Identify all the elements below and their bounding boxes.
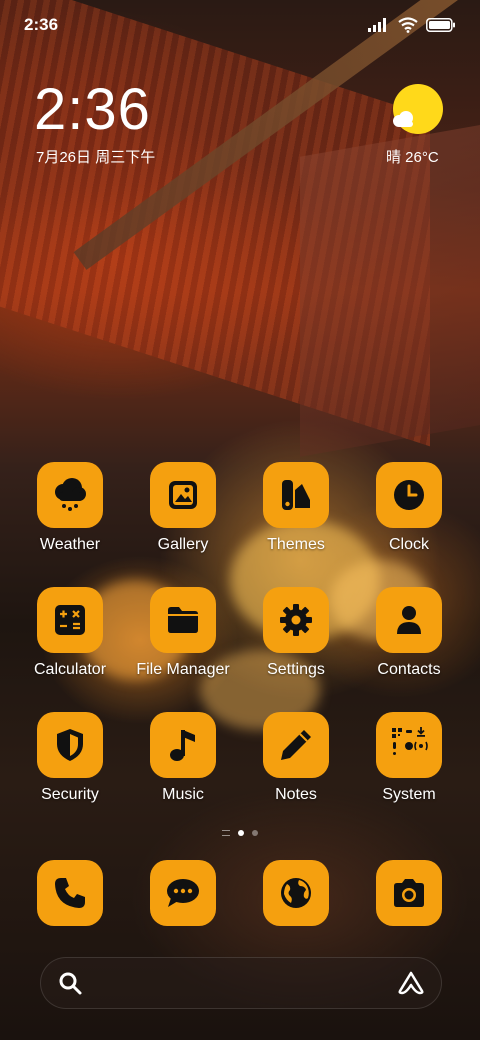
globe-icon: [281, 878, 311, 908]
dock-tile[interactable]: [37, 860, 103, 926]
app-themes[interactable]: Themes: [240, 462, 352, 554]
image-icon: [169, 481, 197, 509]
app-settings[interactable]: Settings: [240, 587, 352, 679]
weather-widget-text[interactable]: 晴 26°C: [386, 146, 439, 167]
app-label: Clock: [388, 536, 429, 553]
gear-icon: [280, 604, 312, 636]
dock-camera[interactable]: [353, 860, 465, 926]
person-icon: [397, 606, 421, 634]
app-label: Notes: [275, 786, 317, 803]
app-tile[interactable]: [263, 587, 329, 653]
app-tile[interactable]: [263, 712, 329, 778]
search-bar[interactable]: [40, 957, 442, 1009]
dock-tile[interactable]: [376, 860, 442, 926]
app-tile[interactable]: [37, 712, 103, 778]
app-clock[interactable]: Clock: [353, 462, 465, 554]
chat-bubble-icon: [167, 879, 199, 907]
dock-phone[interactable]: [14, 860, 126, 926]
page-indicator-feed[interactable]: [222, 830, 230, 836]
app-label: Settings: [267, 661, 325, 678]
app-label: Gallery: [157, 536, 209, 553]
status-bar: 2:36: [0, 0, 480, 50]
status-icons: [368, 17, 456, 33]
app-label: System: [382, 786, 436, 803]
app-contacts[interactable]: Contacts: [353, 587, 465, 679]
page-dot-active[interactable]: [238, 830, 244, 836]
clock-widget-time[interactable]: 2:36: [34, 78, 151, 142]
app-tile[interactable]: [376, 587, 442, 653]
app-label: Music: [162, 786, 204, 803]
wallpaper-cloth: [300, 123, 480, 457]
app-tile[interactable]: [150, 462, 216, 528]
cloud-rain-icon: [55, 478, 86, 511]
dock-tile[interactable]: [263, 860, 329, 926]
cloud-icon: [393, 111, 413, 127]
tools-grid-icon: [392, 727, 428, 755]
camera-icon: [394, 879, 424, 907]
battery-icon: [426, 18, 455, 32]
app-tile[interactable]: [150, 712, 216, 778]
folder-icon: [168, 607, 198, 633]
app-tile[interactable]: [263, 462, 329, 528]
app-label: Contacts: [377, 661, 441, 678]
calculator-icon: [55, 605, 85, 635]
app-file-manager[interactable]: File Manager: [127, 587, 239, 679]
app-weather[interactable]: Weather: [14, 462, 126, 554]
theme-palette-icon: [282, 480, 310, 510]
app-label: Weather: [39, 536, 101, 553]
page-dot[interactable]: [252, 830, 258, 836]
music-note-icon: [170, 730, 195, 761]
app-label: Security: [41, 786, 99, 803]
app-music[interactable]: Music: [127, 712, 239, 804]
app-tile[interactable]: [376, 712, 442, 778]
page-indicator[interactable]: [0, 830, 480, 836]
phone-icon: [55, 878, 85, 908]
app-label: Themes: [267, 536, 325, 553]
app-tile[interactable]: [37, 587, 103, 653]
app-system[interactable]: System: [353, 712, 465, 804]
app-calculator[interactable]: Calculator: [14, 587, 126, 679]
assistant-icon[interactable]: [397, 970, 425, 996]
signal-icon: [368, 18, 386, 32]
app-notes[interactable]: Notes: [240, 712, 352, 804]
app-tile[interactable]: [376, 462, 442, 528]
dock-browser[interactable]: [240, 860, 352, 926]
pencil-icon: [281, 730, 311, 760]
app-tile[interactable]: [150, 587, 216, 653]
clock-icon: [394, 480, 424, 510]
status-time: 2:36: [24, 15, 59, 34]
app-label: File Manager: [136, 661, 230, 678]
app-gallery[interactable]: Gallery: [127, 462, 239, 554]
shield-icon: [57, 729, 83, 761]
dock-tile[interactable]: [150, 860, 216, 926]
app-label: Calculator: [33, 661, 107, 678]
search-icon[interactable]: [57, 970, 83, 996]
wifi-icon: [398, 17, 418, 33]
app-tile[interactable]: [37, 462, 103, 528]
clock-widget-date[interactable]: 7月26日 周三下午: [36, 146, 155, 167]
app-security[interactable]: Security: [14, 712, 126, 804]
dock-messages[interactable]: [127, 860, 239, 926]
